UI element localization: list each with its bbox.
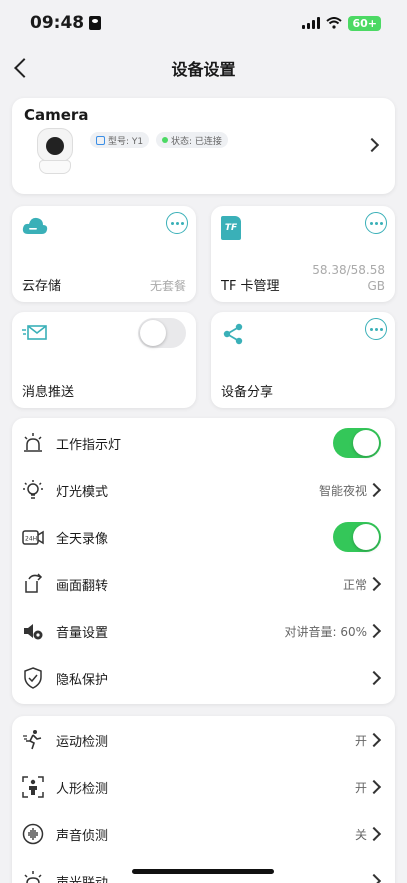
setting-row-indicator-light[interactable]: 工作指示灯	[12, 420, 395, 467]
settings-list: 工作指示灯 灯光模式 智能夜视 24H 全天录像 画面翻转 正常 音量设置 对讲…	[12, 418, 395, 704]
share-icon	[223, 323, 243, 345]
camera-card[interactable]: Camera 型号: Y1 状态: 已连接	[12, 98, 395, 194]
chevron-right-icon	[366, 576, 382, 592]
cellular-signal-icon	[302, 17, 321, 29]
tile-label: 设备分享	[221, 385, 274, 400]
model-icon	[96, 135, 105, 145]
setting-row-volume[interactable]: 音量设置 对讲音量: 60%	[12, 608, 395, 655]
tile-value: 58.38/58.58 GB	[312, 262, 385, 293]
more-options-button[interactable]	[166, 212, 188, 234]
status-time: 09:48	[30, 13, 85, 33]
setting-value: 正常	[342, 578, 367, 592]
envelope-icon	[22, 325, 47, 340]
page-title: 设备设置	[171, 60, 236, 79]
id-card-icon	[89, 16, 102, 30]
model-badge: 型号: Y1	[90, 132, 150, 148]
chevron-right-icon	[366, 732, 382, 748]
setting-row-light-mode[interactable]: 灯光模式 智能夜视	[12, 467, 395, 514]
chevron-right-icon	[366, 482, 382, 498]
setting-value: 开	[354, 734, 367, 748]
bulb-icon	[23, 480, 43, 499]
setting-value: 对讲音量: 60%	[284, 625, 367, 639]
setting-row-human-detection[interactable]: 人形检测 开	[12, 764, 395, 811]
chevron-right-icon	[366, 623, 382, 639]
24h-record-icon: 24H	[22, 530, 44, 545]
sound-light-icon	[24, 871, 42, 883]
chevron-right-icon	[364, 137, 380, 153]
shield-check-icon	[24, 667, 42, 689]
more-options-button[interactable]	[365, 318, 387, 340]
tf-card-tile[interactable]: TF TF 卡管理 58.38/58.58 GB	[211, 206, 395, 302]
wifi-icon	[326, 17, 343, 29]
tile-label: TF 卡管理	[221, 279, 280, 294]
svg-text:24H: 24H	[25, 536, 37, 543]
cloud-storage-tile[interactable]: 云存储 无套餐	[12, 206, 196, 302]
human-shape-icon	[22, 776, 44, 798]
flip-icon	[25, 573, 43, 593]
push-notification-tile[interactable]: 消息推送	[12, 312, 196, 408]
cloud-icon	[22, 217, 48, 234]
online-dot-icon	[162, 137, 168, 143]
tile-label: 云存储	[22, 279, 62, 294]
home-indicator[interactable]	[132, 869, 274, 874]
battery-indicator: 60+	[348, 15, 381, 31]
status-bar: 09:48 60+	[0, 0, 407, 46]
alarm-light-icon	[24, 433, 42, 452]
camera-name: Camera	[24, 106, 89, 124]
chevron-right-icon	[366, 779, 382, 795]
setting-row-image-flip[interactable]: 画面翻转 正常	[12, 561, 395, 608]
volume-settings-icon	[24, 624, 43, 640]
setting-value: 智能夜视	[318, 484, 367, 498]
status-badge: 状态: 已连接	[156, 132, 228, 148]
nav-bar: 设备设置	[0, 46, 407, 90]
detection-settings-list: 运动检测 开 人形检测 开 声音侦测 关 声光联动	[12, 716, 395, 883]
chevron-right-icon	[366, 873, 382, 883]
setting-value: 关	[354, 828, 367, 842]
chevron-right-icon	[366, 826, 382, 842]
running-person-icon	[23, 730, 42, 750]
tile-label: 消息推送	[22, 385, 75, 400]
24h-recording-toggle[interactable]	[333, 522, 381, 552]
indicator-light-toggle[interactable]	[333, 428, 381, 458]
setting-row-privacy[interactable]: 隐私保护	[12, 655, 395, 702]
sound-wave-icon	[22, 823, 44, 845]
push-notification-toggle[interactable]	[138, 318, 186, 348]
camera-device-image	[34, 128, 76, 176]
tile-value: 无套餐	[149, 278, 186, 293]
setting-row-24h-recording[interactable]: 24H 全天录像	[12, 514, 395, 561]
setting-row-sound-detection[interactable]: 声音侦测 关	[12, 811, 395, 858]
more-options-button[interactable]	[365, 212, 387, 234]
setting-row-motion-detection[interactable]: 运动检测 开	[12, 717, 395, 764]
chevron-right-icon	[366, 670, 382, 686]
sd-card-icon: TF	[221, 216, 241, 240]
device-share-tile[interactable]: 设备分享	[211, 312, 395, 408]
setting-value: 开	[354, 781, 367, 795]
